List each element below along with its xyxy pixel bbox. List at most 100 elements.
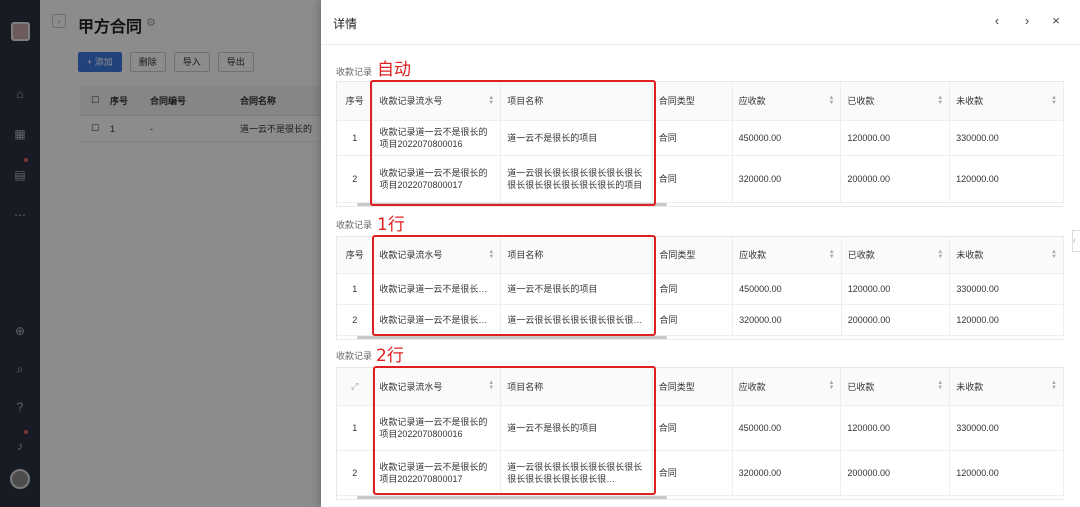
table-cell: 2: [337, 450, 374, 496]
column-header: 序号: [337, 237, 374, 274]
receipt-table-one-line: 序号 收款记录流水号 ▲ ▼ 项目名称 合同类型 应收款 ▲ ▼ 已收款 ▲ ▼ 未收款 ▲ ▼…: [336, 236, 1064, 340]
column-header: 合同类型: [652, 237, 734, 274]
section-label: 收款记录: [336, 67, 373, 77]
table-cell: 330000.00: [949, 405, 1064, 451]
sort-icon[interactable]: ▲ ▼: [937, 95, 943, 106]
table-cell: 合同: [652, 304, 734, 336]
table-cell: 收款记录道一云不是很长的项目2022070800017: [372, 450, 502, 496]
table-cell: 合同: [652, 120, 733, 156]
column-header-sortable[interactable]: 应收款 ▲ ▼: [732, 368, 842, 406]
table-cell: 收款记录道一云不是很长的项目2022070800016: [372, 405, 502, 451]
data-table: 序号 收款记录流水号 ▲ ▼ 项目名称 合同类型 应收款 ▲ ▼ 已收款 ▲ ▼ 未收款 ▲ ▼…: [337, 237, 1064, 336]
horizontal-scrollbar[interactable]: [357, 336, 667, 339]
divider: [321, 44, 1080, 45]
column-header-sortable[interactable]: 已收款 ▲ ▼: [841, 237, 951, 274]
table-cell: 道一云不是很长的项目: [500, 405, 653, 451]
column-header-sortable[interactable]: 收款记录流水号 ▲ ▼: [372, 368, 502, 406]
table-cell: 道一云很长很长很长很长很长很…: [500, 304, 654, 336]
column-header-sortable[interactable]: 已收款 ▲ ▼: [840, 82, 951, 121]
sort-icon[interactable]: ▲ ▼: [937, 380, 943, 391]
table-cell: 1: [337, 120, 374, 156]
drawer-title: 详情: [333, 17, 358, 31]
sort-icon[interactable]: ▲ ▼: [1051, 249, 1057, 260]
annotation-label: 1行: [377, 215, 405, 235]
column-header-sortable[interactable]: 已收款 ▲ ▼: [840, 368, 951, 406]
table-row[interactable]: 1 收款记录道一云不是很长的项目2022070800016 道一云不是很长的项目…: [337, 120, 1064, 156]
table-cell: 道一云不是很长的项目: [500, 273, 654, 305]
sort-icon[interactable]: ▲ ▼: [488, 380, 494, 391]
expand-icon[interactable]: ⤢: [351, 381, 358, 391]
table-cell: 收款记录道一云不是很长的项目2022070800017: [372, 155, 502, 203]
column-header: 项目名称: [500, 237, 654, 274]
table-cell: 120000.00: [841, 273, 951, 305]
column-header-sortable[interactable]: 未收款 ▲ ▼: [949, 237, 1064, 274]
table-cell: 1: [337, 273, 374, 305]
table-cell: 合同: [652, 405, 733, 451]
table-cell: 合同: [652, 450, 733, 496]
table-cell: 收款记录道一云不是很长的项目2022070800016: [372, 120, 502, 156]
close-icon[interactable]: ×: [1048, 13, 1064, 28]
annotation-label: 2行: [376, 346, 404, 366]
table-cell: 合同: [652, 155, 733, 203]
data-table: ⤢ 收款记录流水号 ▲ ▼ 项目名称 合同类型 应收款 ▲ ▼ 已收款 ▲ ▼ 未收款 ▲ ▼ …: [337, 368, 1064, 496]
table-cell: 200000.00: [841, 304, 951, 336]
receipt-table-auto: 序号 收款记录流水号 ▲ ▼ 项目名称 合同类型 应收款 ▲ ▼ 已收款 ▲ ▼ 未收款 ▲ ▼…: [336, 81, 1064, 207]
sort-icon[interactable]: ▲ ▼: [1051, 380, 1057, 391]
table-row[interactable]: 2 收款记录道一云不是很长… 道一云很长很长很长很长很长很… 合同 320000…: [337, 304, 1064, 336]
column-header-sortable[interactable]: 应收款 ▲ ▼: [732, 237, 842, 274]
column-header: 合同类型: [652, 82, 733, 121]
table-cell: 1: [337, 405, 374, 451]
annotation-label: 自动: [377, 60, 411, 80]
sort-icon[interactable]: ▲ ▼: [1051, 95, 1057, 106]
section-label: 收款记录: [336, 220, 373, 230]
sort-icon[interactable]: ▲ ▼: [829, 249, 835, 260]
table-cell: 收款记录道一云不是很长…: [372, 304, 502, 336]
table-header-row: 序号 收款记录流水号 ▲ ▼ 项目名称 合同类型 应收款 ▲ ▼ 已收款 ▲ ▼ 未收款 ▲ ▼: [337, 237, 1064, 274]
table-cell: 320000.00: [732, 304, 842, 336]
horizontal-scrollbar[interactable]: [357, 203, 667, 206]
column-header-sortable[interactable]: 收款记录流水号 ▲ ▼: [372, 82, 502, 121]
table-cell: 320000.00: [732, 450, 842, 496]
column-header: 序号: [337, 82, 374, 121]
table-row[interactable]: 1 收款记录道一云不是很长的项目2022070800016 道一云不是很长的项目…: [337, 405, 1064, 451]
table-header-row: ⤢ 收款记录流水号 ▲ ▼ 项目名称 合同类型 应收款 ▲ ▼ 已收款 ▲ ▼ 未收款 ▲ ▼: [337, 368, 1064, 406]
column-header-sortable[interactable]: 应收款 ▲ ▼: [732, 82, 842, 121]
sort-icon[interactable]: ▲ ▼: [937, 249, 943, 260]
sort-icon[interactable]: ▲ ▼: [828, 95, 834, 106]
column-header-sortable[interactable]: 未收款 ▲ ▼: [949, 368, 1064, 406]
table-cell: 道一云很长很长很长很长很长很长很长很长很长很长很长很长的项目: [500, 155, 653, 203]
detail-drawer: 详情 ‹ › × ‹ 收款记录 自动 序号 收款记录流水号 ▲ ▼ 项目名称 合同类…: [321, 0, 1080, 507]
table-row[interactable]: 2 收款记录道一云不是很长的项目2022070800017 道一云很长很长很长很…: [337, 155, 1064, 203]
table-cell: 120000.00: [949, 304, 1064, 336]
table-row[interactable]: 2 收款记录道一云不是很长的项目2022070800017 道一云很长很长很长很…: [337, 450, 1064, 496]
table-cell: 450000.00: [732, 405, 842, 451]
table-cell: 道一云不是很长的项目: [500, 120, 653, 156]
column-header: 合同类型: [652, 368, 733, 406]
column-header: 项目名称: [500, 368, 653, 406]
horizontal-scrollbar[interactable]: [357, 496, 667, 499]
table-cell: 合同: [652, 273, 734, 305]
table-cell: 120000.00: [949, 155, 1064, 203]
next-icon[interactable]: ›: [1019, 13, 1035, 28]
table-row[interactable]: 1 收款记录道一云不是很长… 道一云不是很长的项目 合同 450000.00 1…: [337, 273, 1064, 305]
column-header-sortable[interactable]: 未收款 ▲ ▼: [949, 82, 1064, 121]
receipt-table-two-lines: ⤢ 收款记录流水号 ▲ ▼ 项目名称 合同类型 应收款 ▲ ▼ 已收款 ▲ ▼ 未收款 ▲ ▼ …: [336, 367, 1064, 500]
column-header-sortable[interactable]: 收款记录流水号 ▲ ▼: [372, 237, 502, 274]
prev-icon[interactable]: ‹: [989, 13, 1005, 28]
table-header-row: 序号 收款记录流水号 ▲ ▼ 项目名称 合同类型 应收款 ▲ ▼ 已收款 ▲ ▼ 未收款 ▲ ▼: [337, 82, 1064, 121]
sort-icon[interactable]: ▲ ▼: [488, 95, 494, 106]
table-cell: 120000.00: [840, 405, 951, 451]
table-cell: 200000.00: [840, 155, 951, 203]
table-cell: 道一云很长很长很长很长很长很长很长很长很长很长很长很…: [500, 450, 653, 496]
side-expand-handle[interactable]: ‹: [1072, 230, 1080, 252]
column-header: 项目名称: [500, 82, 653, 121]
table-cell: 2: [337, 155, 374, 203]
expand-column-header[interactable]: ⤢: [337, 368, 374, 406]
table-cell: 200000.00: [840, 450, 951, 496]
sort-icon[interactable]: ▲ ▼: [828, 380, 834, 391]
sort-icon[interactable]: ▲ ▼: [488, 249, 494, 260]
table-cell: 120000.00: [840, 120, 951, 156]
table-cell: 320000.00: [732, 155, 842, 203]
table-cell: 330000.00: [949, 273, 1064, 305]
table-cell: 450000.00: [732, 273, 842, 305]
